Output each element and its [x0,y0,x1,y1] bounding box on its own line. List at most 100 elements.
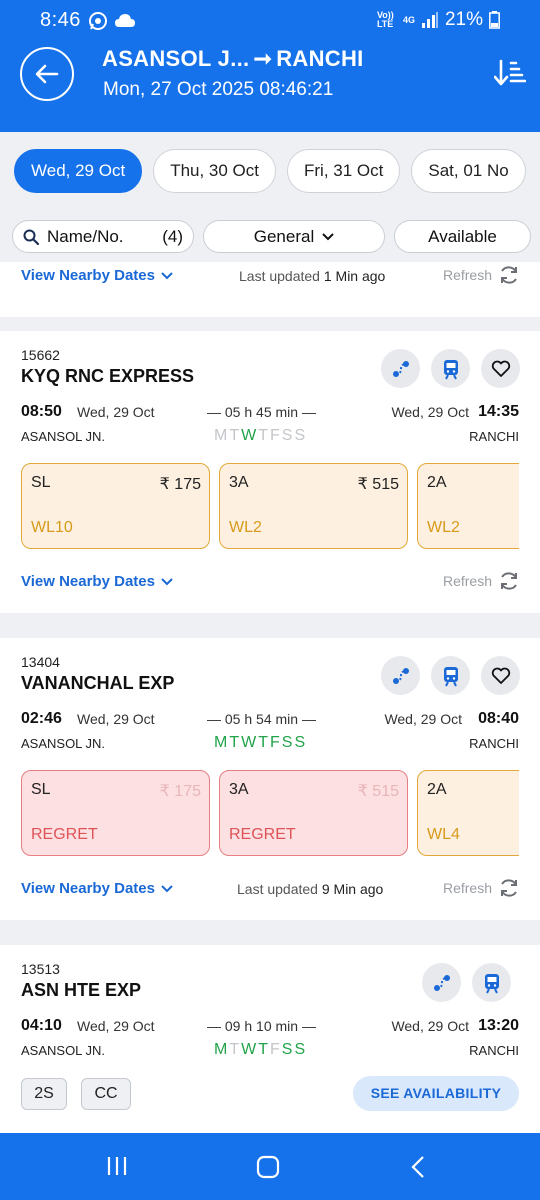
route-button[interactable] [381,656,420,695]
date-chip[interactable]: Sat, 01 No [411,149,526,193]
refresh-button[interactable]: Refresh [443,570,520,592]
last-updated-prefix: Last updated [237,881,318,897]
train-card[interactable]: 13404 VANANCHAL EXP 02:46 Wed, 29 Oct — … [0,638,540,920]
back-button[interactable] [20,47,74,101]
class-card-3a[interactable]: 3A ₹ 515 WL2 [219,463,408,549]
quota-chip-2s[interactable]: 2S [21,1078,67,1110]
card-footer: View Nearby Dates Refresh [0,569,540,599]
chevron-down-icon [161,577,173,585]
class-card-sl[interactable]: SL ₹ 175 WL10 [21,463,210,549]
train-name: ASN HTE EXP [21,980,142,1000]
day-fri: F [270,427,282,444]
departure-time: 02:46 [21,710,62,727]
coach-button[interactable] [472,963,511,1002]
quota-filter-label: General [253,226,315,246]
last-updated: Last updated 9 Min ago [237,881,383,897]
class-card-2a[interactable]: 2A WL2 [417,463,519,549]
day-tue: T [229,734,242,751]
route-icon [392,360,409,377]
day-mon: M [214,427,230,444]
duration: — 05 h 45 min — [207,404,316,420]
last-updated-prefix: Last updated [239,268,320,284]
refresh-label: Refresh [442,880,492,896]
train-icon [443,359,458,379]
class-status: REGRET [31,826,98,843]
quota-chip-cc[interactable]: CC [81,1078,131,1110]
class-status: WL2 [229,519,262,536]
search-filter-count: (4) [162,226,183,246]
search-filter[interactable]: Name/No. (4) [12,220,194,253]
train-card[interactable]: 15662 KYQ RNC EXPRESS 08:50 Wed, 29 Oct … [0,331,540,613]
day-mon: M [214,1041,230,1058]
day-sat: S [281,734,295,751]
duration-value: 05 h 54 min [224,711,299,727]
sort-icon [493,59,527,86]
day-tue: T [229,1041,242,1058]
network-indicator: 4G [402,14,415,25]
view-nearby-dates-label: View Nearby Dates [21,573,155,590]
back-nav-button[interactable] [410,1155,426,1184]
route-arrow-icon: ➞ [253,46,273,71]
search-filter-label: Name/No. [47,226,124,246]
duration-value: 05 h 45 min [224,404,299,420]
refresh-button[interactable]: Refresh [443,877,520,899]
see-availability-button[interactable]: SEE AVAILABILITY [353,1076,519,1111]
view-nearby-dates-link[interactable]: View Nearby Dates [21,573,173,590]
favorite-button[interactable] [481,349,520,388]
day-thu: T [258,1041,270,1058]
train-number: 13513 [21,961,60,977]
class-fare: ₹ 175 [159,783,201,800]
recents-button[interactable] [106,1155,128,1182]
status-bar: 8:46 Vo)) LTE 4G 21% [0,8,540,34]
chevron-down-icon [322,232,334,240]
availability-filter[interactable]: Available [394,220,531,253]
class-card-3a[interactable]: 3A ₹ 515 REGRET [219,770,408,856]
route-button[interactable] [422,963,461,1002]
to-station: RANCHI [469,429,519,444]
class-card-sl[interactable]: SL ₹ 175 REGRET [21,770,210,856]
heart-icon [491,360,510,377]
arrival-date: Wed, 29 Oct [391,404,469,420]
system-nav-bar [0,1133,540,1200]
day-sat: S [281,427,295,444]
class-fare: ₹ 515 [357,783,399,800]
from-station: ASANSOL JN. [21,736,106,751]
chevron-down-icon [161,884,173,892]
day-thu: T [258,734,270,751]
timing-row: 08:50 Wed, 29 Oct — 05 h 45 min — Wed, 2… [21,403,519,427]
refresh-label: Refresh [442,267,492,283]
coach-button[interactable] [431,349,470,388]
favorite-button[interactable] [481,656,520,695]
station-row: ASANSOL JN. MTWTFSS RANCHI [21,734,519,756]
coach-button[interactable] [431,656,470,695]
sort-button[interactable] [493,57,527,89]
running-days: MTWTFSS [214,1041,307,1059]
route-button[interactable] [381,349,420,388]
arrival-date: Wed, 29 Oct [391,1018,469,1034]
view-nearby-dates-link[interactable]: View Nearby Dates [21,880,173,897]
date-chip[interactable]: Wed, 29 Oct [14,149,143,193]
date-chip[interactable]: Fri, 31 Oct [287,149,401,193]
day-sun: S [294,1041,308,1058]
quota-filter[interactable]: General [203,220,385,253]
class-card-2a[interactable]: 2A WL4 [417,770,519,856]
departure-date: Wed, 29 Oct [77,404,155,420]
date-chip[interactable]: Thu, 30 Oct [153,149,277,193]
refresh-icon [501,572,517,590]
date-selector: Wed, 29 Oct Thu, 30 Oct Fri, 31 Oct Sat,… [14,149,526,193]
home-button[interactable] [256,1155,280,1184]
battery-icon [489,11,500,29]
last-updated: Last updated 1 Min ago [239,268,385,284]
availability-filter-label: Available [428,226,497,246]
chevron-left-icon [411,1156,424,1178]
station-row: ASANSOL JN. MTWTFSS RANCHI [21,427,519,449]
class-name: SL [31,474,51,491]
day-fri: F [270,1041,282,1058]
search-datetime: Mon, 27 Oct 2025 08:46:21 [103,79,334,100]
departure-date: Wed, 29 Oct [77,1018,155,1034]
status-right: Vo)) LTE 4G 21% [377,9,500,31]
view-nearby-dates-link[interactable]: View Nearby Dates [21,267,173,284]
from-station: ASANSOL JN. [21,1043,106,1058]
refresh-button[interactable]: Refresh [443,264,520,286]
nearby-strip: View Nearby Dates Last updated 1 Min ago… [0,262,540,317]
